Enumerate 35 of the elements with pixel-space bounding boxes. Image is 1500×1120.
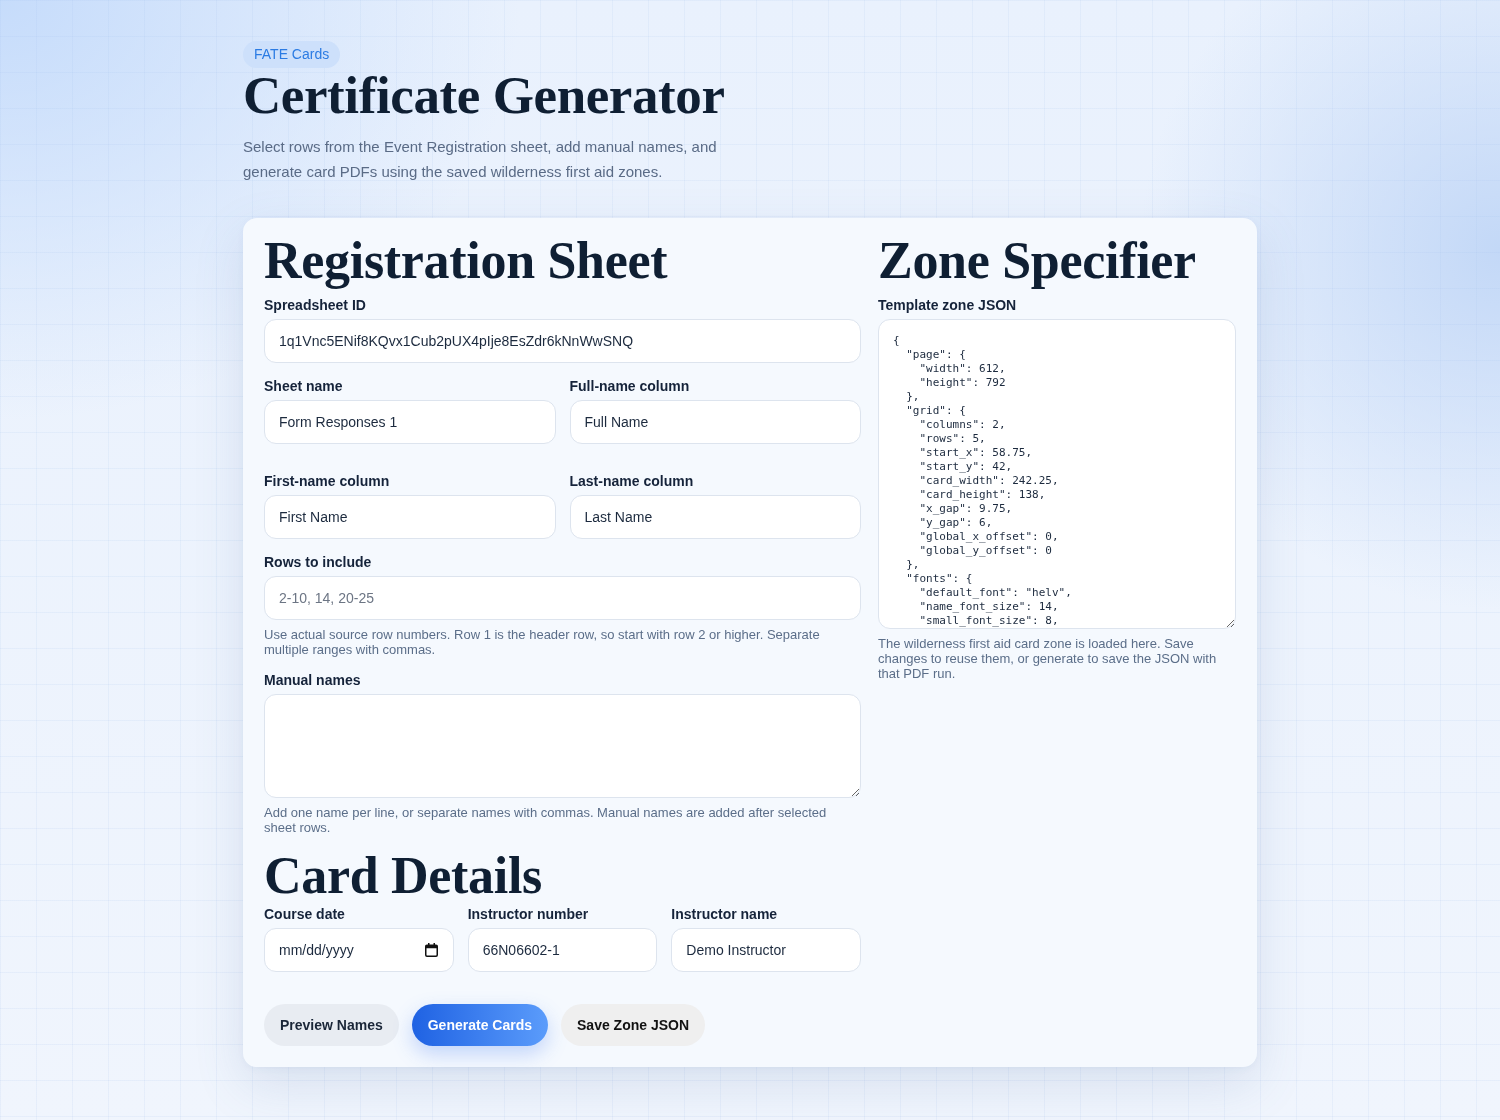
text-field[interactable]: Full Name (569, 400, 861, 444)
field-label: Instructor number (467, 905, 590, 923)
field-label: Manual names (264, 671, 362, 689)
help-text: Add one name per line, or separate names with commas. Manual names are added after selected sheet rows. (264, 805, 828, 835)
field-label: Full-name column (569, 377, 691, 395)
rows-field[interactable]: 2-10, 14, 20-25 (264, 576, 861, 620)
page-description: Select rows from the Event Registration sheet, add manual names, and generate card PDFs using the saved wilderness first aid zones. (243, 137, 718, 182)
action-button[interactable]: Preview Names (264, 1004, 399, 1046)
calendar-icon[interactable] (424, 943, 438, 957)
field-label: First-name column (264, 472, 391, 490)
field-label: Template zone JSON (878, 296, 1018, 314)
help-text: The wilderness first aid card zone is loaded here. Save changes to reuse them, or generate to save the JSON with that PDF run. (878, 636, 1218, 681)
spreadsheet-id-field[interactable]: 1q1Vnc5ENif8KQvx1Cub2pUX4pIje8EsZdr6kNnWwSNQ (264, 319, 861, 363)
text-field[interactable]: First Name (264, 495, 556, 539)
action-button[interactable]: Save Zone JSON (561, 1004, 706, 1046)
field-label: Spreadsheet ID (264, 296, 367, 314)
action-button[interactable]: Generate Cards (411, 1004, 548, 1046)
text-field[interactable]: 66N06602-1 (467, 928, 658, 972)
section-heading: Zone Specifier (878, 234, 1197, 288)
help-text: Use actual source row numbers. Row 1 is the header row, so start with row 2 or higher. Separate multiple ranges with commas. (264, 627, 821, 657)
field-label: Sheet name (264, 377, 344, 395)
text-field[interactable]: Demo Instructor (671, 928, 861, 972)
field-label: Course date (264, 905, 346, 923)
manual-names-field[interactable] (264, 694, 861, 798)
text-field[interactable]: Form Responses 1 (264, 400, 556, 444)
section-heading: Card Details (264, 849, 544, 903)
app-badge: FATE Cards (243, 41, 341, 68)
date-field[interactable]: mm/dd/yyyy (264, 928, 454, 972)
json-field[interactable]: { "page": { "width": 612, "height": 792 }, "grid": { "columns": 2, "rows": 5, "start_x": 58.75, "start_y": 42, "card_width": 242.25, "card_height": 138, "x_gap": 9.75, "y_gap": 6, "global_x_offset": 0, "global_y_offset": 0 }, "fonts": { "default_font": "helv", "name_font_size": 14, "small_font_size": 8, (878, 319, 1236, 629)
field-label: Instructor name (671, 905, 779, 923)
field-label: Last-name column (569, 472, 695, 490)
field-label: Rows to include (264, 553, 373, 571)
section-heading: Registration Sheet (264, 234, 669, 288)
text-field[interactable]: Last Name (569, 495, 861, 539)
page-title: Certificate Generator (243, 68, 725, 122)
